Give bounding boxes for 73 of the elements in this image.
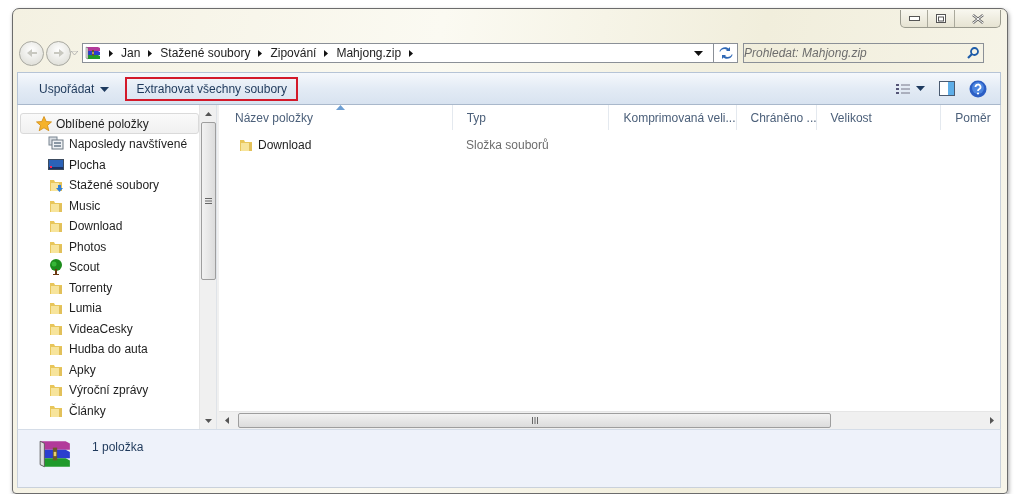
column-header[interactable]: Chráněno ...	[736, 105, 817, 130]
breadcrumb[interactable]: Stažené soubory	[160, 46, 251, 60]
sidebar-item[interactable]: Články	[20, 400, 199, 421]
sidebar-item[interactable]: Plocha	[20, 154, 199, 175]
caret-icon	[916, 86, 925, 91]
column-header[interactable]: Typ	[452, 105, 610, 130]
folder-icon	[48, 341, 64, 358]
close-icon	[971, 13, 984, 24]
horizontal-scrollbar[interactable]	[219, 411, 1000, 429]
sidebar-item[interactable]: Hudba do auta	[20, 339, 199, 360]
grip-icon	[531, 417, 538, 424]
toolbar-button[interactable]: Extrahovat všechny soubory	[125, 76, 299, 101]
sidebar-item[interactable]: Výroční zprávy	[20, 380, 199, 401]
star-icon	[36, 115, 52, 132]
chevron-icon	[322, 48, 331, 58]
recent-places-icon	[48, 136, 64, 153]
sidebar-item[interactable]: Scout	[20, 257, 199, 278]
folder-icon	[238, 137, 254, 153]
sidebar-item[interactable]: Stažené soubory	[20, 175, 199, 196]
sidebar-item[interactable]: Torrenty	[20, 277, 199, 298]
back-arrow-icon	[25, 48, 38, 58]
chevron-icon	[107, 48, 115, 58]
breadcrumb[interactable]: Jan	[121, 46, 141, 60]
preview-pane-button[interactable]	[936, 78, 958, 99]
item-count: 1 položka	[92, 440, 144, 454]
sidebar-item[interactable]: VideaCesky	[20, 318, 199, 339]
file-name[interactable]: Download	[258, 138, 466, 152]
sidebar-item[interactable]: Download	[20, 216, 199, 237]
breadcrumb[interactable]: Mahjong.zip	[336, 46, 402, 60]
chevron-icon	[146, 48, 155, 58]
refresh-icon	[717, 46, 734, 60]
folder-icon	[48, 300, 64, 317]
sidebar-item[interactable]: Apky	[20, 359, 199, 380]
tree-icon	[48, 259, 64, 276]
refresh-button[interactable]	[714, 43, 738, 63]
details-view-icon	[896, 82, 910, 95]
search-icon	[967, 47, 979, 59]
sidebar-item[interactable]: Naposledy navštívené	[20, 134, 199, 155]
chevron-icon	[256, 48, 265, 58]
grip-icon	[204, 198, 212, 204]
help-icon	[969, 79, 987, 98]
sidebar-header[interactable]: Oblíbené položky	[20, 113, 199, 134]
folder-icon	[48, 218, 64, 235]
scrollbar-thumb[interactable]	[238, 413, 831, 428]
column-header[interactable]: Název položky	[221, 105, 453, 130]
column-header[interactable]: Poměr	[941, 105, 1000, 130]
sidebar-item[interactable]: Music	[20, 195, 199, 216]
forward-arrow-icon	[52, 48, 65, 58]
up-arrow-icon	[204, 111, 212, 116]
right-arrow-icon	[990, 417, 994, 424]
sidebar-item[interactable]: Lumia	[20, 298, 199, 319]
download-folder-icon	[48, 177, 64, 194]
folder-icon	[48, 382, 64, 399]
archive-icon	[38, 437, 72, 471]
vertical-scrollbar[interactable]	[199, 105, 216, 429]
desktop-icon	[48, 156, 64, 173]
chevron-icon	[407, 48, 416, 58]
column-header[interactable]: Komprimovaná veli...	[609, 105, 737, 130]
minimize-icon	[908, 15, 920, 22]
sidebar-item[interactable]: Photos	[20, 236, 199, 257]
dropdown-caret-icon[interactable]	[694, 50, 703, 56]
left-arrow-icon	[225, 417, 229, 424]
scrollbar-thumb[interactable]	[200, 122, 216, 280]
down-arrow-icon	[204, 418, 212, 423]
archive-icon	[85, 45, 101, 61]
address-bar[interactable]: Jan Stažené soubory Zipování Mahjong.zip	[82, 43, 714, 63]
file-type: Složka souborů	[466, 138, 549, 152]
maximize-icon	[936, 14, 946, 23]
breadcrumb[interactable]: Zipování	[270, 46, 317, 60]
toolbar-button[interactable]: Uspořádat	[28, 76, 121, 101]
column-header[interactable]: Velikost	[816, 105, 942, 130]
search-field[interactable]: Prohledat: Mahjong.zip	[743, 43, 984, 63]
preview-pane-icon	[939, 81, 955, 96]
